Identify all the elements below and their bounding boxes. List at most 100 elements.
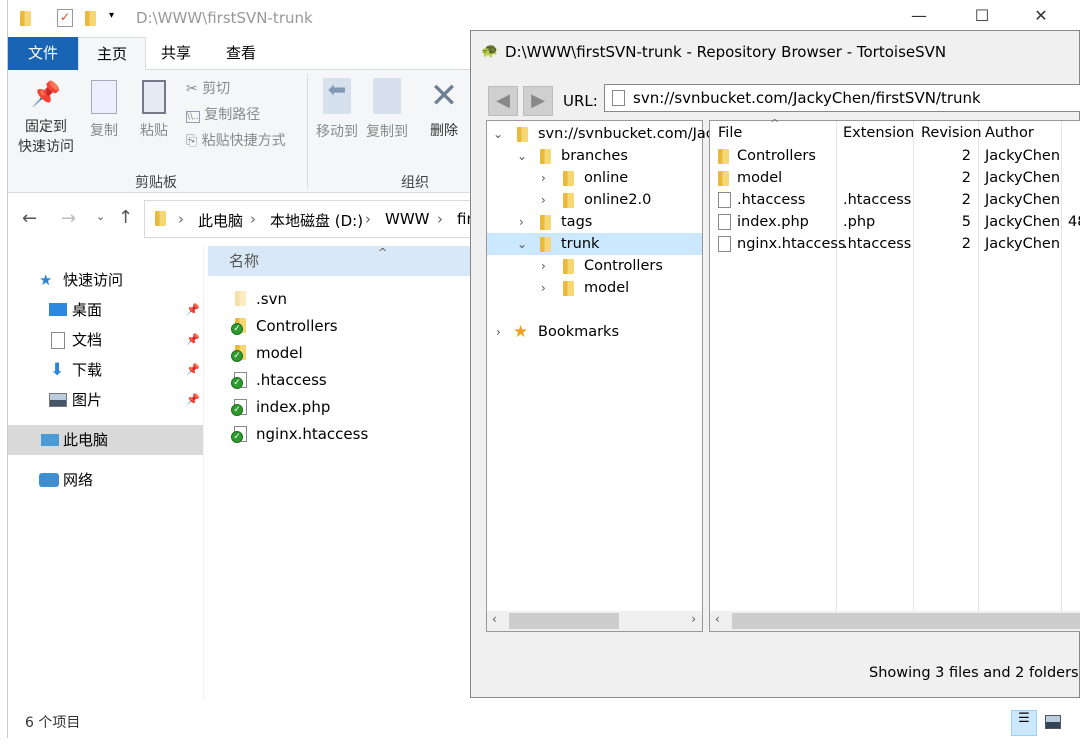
file-list-row[interactable]: .htaccess .htaccess 2 JackyChen: [710, 189, 1080, 211]
chevron-right-icon[interactable]: ›: [496, 321, 501, 343]
cut-button[interactable]: ✂ 剪切: [186, 78, 230, 98]
file-list-row[interactable]: Controllers 2 JackyChen: [710, 145, 1080, 167]
paste-label: 粘贴: [140, 123, 168, 139]
tab-share[interactable]: 共享: [143, 37, 209, 70]
chevron-right-icon[interactable]: ›: [519, 211, 524, 233]
breadcrumb-www[interactable]: WWW: [385, 210, 430, 228]
copy-to-button[interactable]: 复制到: [363, 78, 411, 141]
cell-author: JackyChen: [985, 192, 1061, 208]
pin-icon[interactable]: 📌: [186, 325, 200, 355]
tab-view[interactable]: 查看: [208, 37, 274, 70]
chevron-down-icon[interactable]: ⌄: [517, 145, 527, 167]
minimize-button[interactable]: —: [896, 6, 942, 25]
close-button[interactable]: ✕: [1018, 6, 1064, 25]
breadcrumb-drive-d[interactable]: 本地磁盘 (D:): [270, 210, 363, 231]
new-folder-icon[interactable]: [85, 11, 96, 26]
nav-network[interactable]: 网络: [8, 465, 203, 495]
column-header-file[interactable]: File: [718, 125, 742, 141]
copy-button[interactable]: 复制: [86, 80, 122, 140]
divider: [203, 245, 204, 700]
nav-label: 网络: [63, 471, 94, 489]
move-to-button[interactable]: ⬅ 移动到: [313, 78, 361, 141]
maximize-button[interactable]: ☐: [959, 6, 1005, 25]
scroll-left-icon[interactable]: ‹: [715, 612, 720, 626]
list-horizontal-scrollbar[interactable]: ‹: [710, 611, 1080, 631]
address-bar[interactable]: › 此电脑 › 本地磁盘 (D:) › WWW › firs: [144, 200, 484, 238]
tree-item-online[interactable]: › online: [487, 167, 702, 189]
pin-icon[interactable]: 📌: [186, 295, 200, 325]
hidden-folder-icon: [235, 291, 246, 306]
column-header-revision[interactable]: Revision: [921, 125, 982, 141]
folder-icon: [718, 171, 729, 186]
delete-button[interactable]: ✕ 删除: [424, 76, 464, 140]
repo-window-title: D:\WWW\firstSVN-trunk - Repository Brows…: [505, 43, 947, 61]
nav-pictures[interactable]: 图片 📌: [8, 385, 203, 415]
file-name: Controllers: [256, 317, 338, 335]
tab-file[interactable]: 文件: [8, 37, 78, 70]
chevron-down-icon[interactable]: ⌄: [517, 233, 527, 255]
column-header-extension[interactable]: Extension: [843, 125, 914, 141]
up-arrow-icon[interactable]: ↑: [118, 207, 133, 228]
folder-icon: [517, 127, 528, 142]
delete-label: 删除: [430, 123, 458, 139]
file-name: model: [256, 344, 303, 362]
nav-this-pc[interactable]: 此电脑: [8, 425, 203, 455]
cell-revision: 2: [961, 192, 971, 208]
column-header-author[interactable]: Author: [985, 125, 1034, 141]
file-list-row[interactable]: model 2 JackyChen: [710, 167, 1080, 189]
back-button[interactable]: ◀: [488, 86, 518, 116]
recent-chevron-icon[interactable]: ⌄: [96, 210, 105, 223]
details-view-icon[interactable]: ☰: [1011, 710, 1037, 736]
chevron-right-icon[interactable]: ›: [541, 277, 546, 299]
pin-quick-access-button[interactable]: 📌 固定到 快速访问: [16, 80, 76, 156]
chevron-right-icon[interactable]: ›: [541, 167, 546, 189]
forward-button[interactable]: ▶: [523, 86, 553, 116]
scroll-left-icon[interactable]: ‹: [492, 612, 497, 626]
nav-quick-access[interactable]: ★ 快速访问: [8, 265, 203, 295]
tree-item-tags[interactable]: › tags: [487, 211, 702, 233]
chevron-right-icon[interactable]: ›: [541, 189, 546, 211]
folder-icon: [563, 193, 574, 208]
paste-button[interactable]: 粘贴: [136, 80, 172, 140]
nav-documents[interactable]: 文档 📌: [8, 325, 203, 355]
paste-shortcut-button[interactable]: ⎘ 粘贴快捷方式: [186, 130, 286, 150]
pin-icon[interactable]: 📌: [186, 385, 200, 415]
scrollbar-thumb[interactable]: [509, 613, 619, 629]
large-icons-view-icon[interactable]: [1045, 715, 1061, 729]
cell-extension: .htaccess: [843, 192, 912, 208]
folder-icon: [563, 259, 574, 274]
url-value: svn://svnbucket.com/JackyChen/firstSVN/t…: [633, 89, 981, 107]
chevron-right-icon[interactable]: ›: [541, 255, 546, 277]
back-arrow-icon[interactable]: ←: [22, 208, 37, 229]
chevron-down-icon[interactable]: ⌄: [493, 123, 503, 145]
file-name: .svn: [256, 290, 287, 308]
file-list-row[interactable]: nginx.htaccess .htaccess 2 JackyChen: [710, 233, 1080, 255]
copy-path-button[interactable]: \\.. 复制路径: [186, 104, 260, 124]
tree-horizontal-scrollbar[interactable]: ‹ ›: [487, 611, 702, 631]
breadcrumb-this-pc[interactable]: 此电脑: [198, 210, 243, 231]
tree-item-bookmarks[interactable]: › ★ Bookmarks: [487, 321, 702, 343]
tree-item-model[interactable]: › model: [487, 277, 702, 299]
tree-item-online2[interactable]: › online2.0: [487, 189, 702, 211]
nav-desktop[interactable]: 桌面 📌: [8, 295, 203, 325]
folder-icon: [563, 171, 574, 186]
nav-downloads[interactable]: ⬇ 下载 📌: [8, 355, 203, 385]
scrollbar-thumb[interactable]: [732, 613, 1080, 629]
file-list-row[interactable]: index.php .php 5 JackyChen 48: [710, 211, 1080, 233]
svn-normal-overlay-icon: ✓: [231, 323, 243, 335]
forward-arrow-icon[interactable]: →: [61, 208, 76, 229]
customize-toolbar-icon[interactable]: ▾: [109, 10, 114, 21]
scroll-right-icon[interactable]: ›: [691, 612, 696, 626]
properties-icon[interactable]: ✓: [57, 9, 73, 27]
tree-item-trunk[interactable]: ⌄ trunk: [487, 233, 702, 255]
cell-size: 48: [1068, 214, 1080, 230]
column-header-name[interactable]: 名称 ^: [208, 246, 471, 276]
nav-label: 快速访问: [63, 271, 124, 289]
url-input[interactable]: svn://svnbucket.com/JackyChen/firstSVN/t…: [604, 84, 1080, 112]
tree-item-branches[interactable]: ⌄ branches: [487, 145, 702, 167]
tree-item-root[interactable]: ⌄ svn://svnbucket.com/Jac: [487, 123, 714, 145]
cell-author: JackyChen: [985, 148, 1061, 164]
tab-home[interactable]: 主页: [78, 37, 147, 71]
pin-icon[interactable]: 📌: [186, 355, 200, 385]
tree-item-controllers[interactable]: › Controllers: [487, 255, 702, 277]
